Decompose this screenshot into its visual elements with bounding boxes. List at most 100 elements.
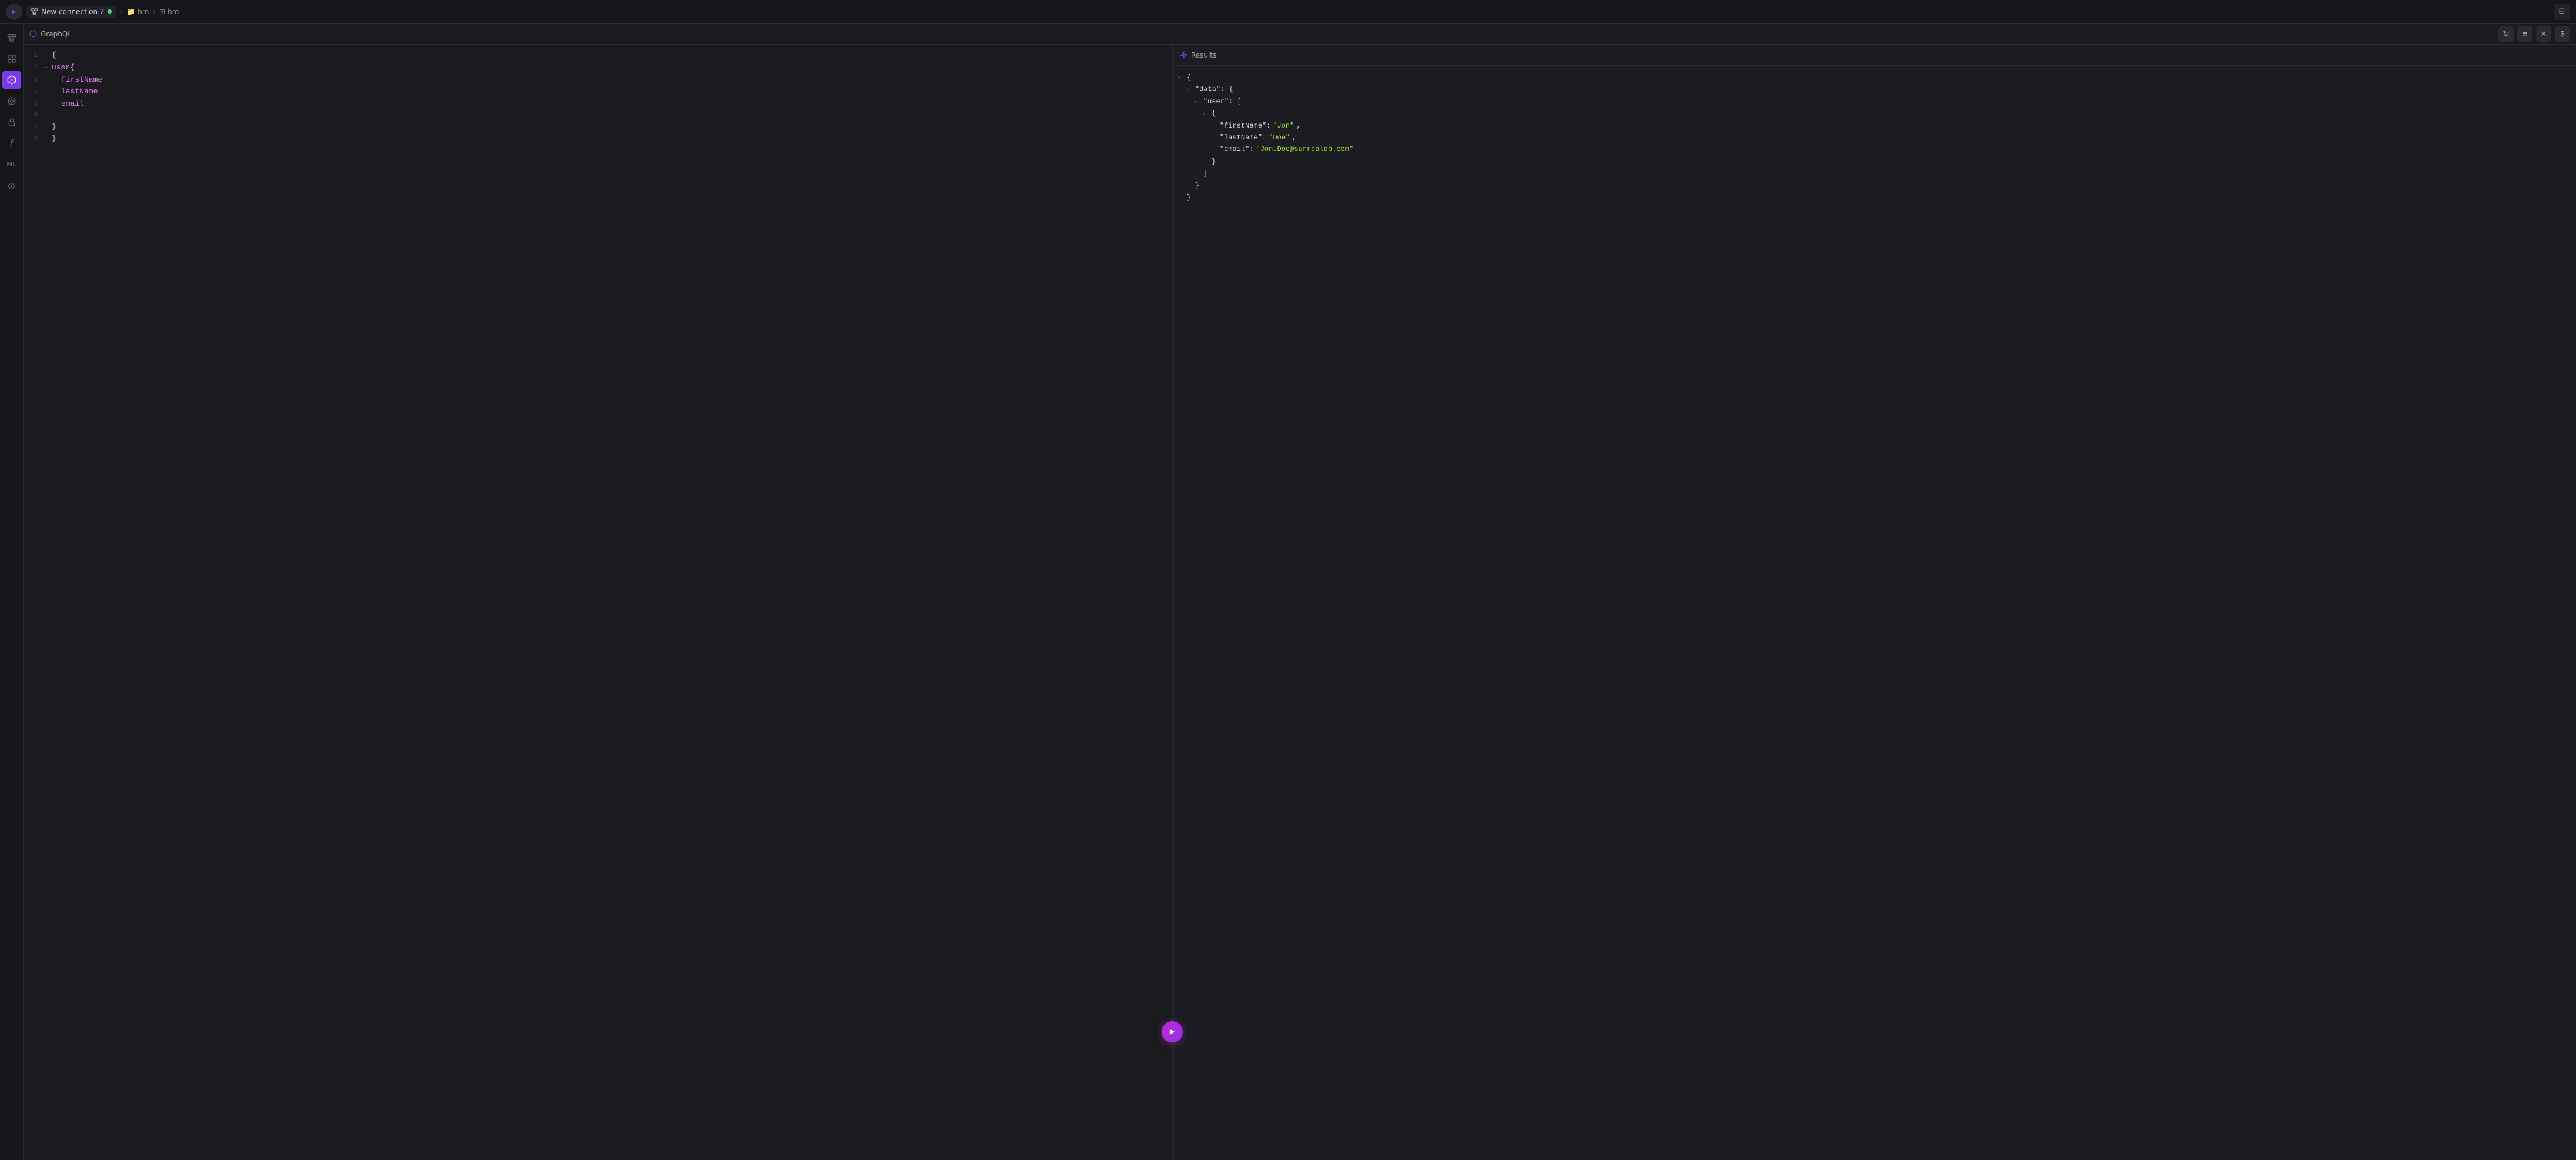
result-user-key: "user": [ — [1203, 96, 1242, 108]
sidebar-item-connections[interactable] — [2, 28, 21, 47]
connection-icon — [31, 8, 38, 15]
line-number-4: 4 — [28, 88, 45, 98]
line-content-8: } — [52, 133, 1167, 145]
sidebar-item-functions[interactable]: ƒ — [2, 134, 21, 153]
run-query-button[interactable] — [1162, 1021, 1183, 1042]
line-number-5: 5 — [28, 100, 45, 110]
query-toolbar: GraphQL ↻ ≡ ✕ $ — [24, 24, 2576, 45]
editor-line-4: 4 lastName — [24, 86, 1172, 98]
results-title: Results — [1191, 51, 1216, 59]
result-data-key: "data": { — [1195, 83, 1233, 95]
editor-content: 1 { 2 ▾ user{ 3 firstName — [24, 45, 1172, 150]
result-email-value: "Jon.Doe@surrealdb.com" — [1256, 143, 1354, 155]
line-number-2: 2 — [28, 63, 45, 74]
result-line-1: ▾ { — [1177, 72, 2571, 83]
designer-icon — [7, 96, 16, 106]
result-firstname-value: "Jon" — [1273, 120, 1294, 132]
result-fold-1[interactable]: ▾ — [1177, 74, 1185, 83]
close-button[interactable]: ✕ — [2536, 26, 2551, 42]
line-content-3: firstName — [52, 74, 1167, 86]
editor-line-7: 7 } — [24, 121, 1172, 133]
result-obj-open: { — [1212, 108, 1216, 119]
result-line-3: ▾ "user": [ — [1177, 96, 2571, 108]
result-fold-2[interactable]: ▾ — [1186, 86, 1193, 95]
lock-icon — [7, 118, 16, 127]
line-number-6: 6 — [28, 110, 45, 121]
result-fold-4[interactable]: ▾ — [1202, 110, 1209, 119]
result-line-7: "email": "Jon.Doe@surrealdb.com" — [1177, 143, 2571, 155]
list-button[interactable]: ≡ — [2517, 26, 2532, 42]
result-brace-open: { — [1187, 72, 1191, 83]
sidebar: ƒ ML — [0, 24, 24, 1160]
result-line-9: ] — [1177, 167, 2571, 179]
result-line-6: "lastName": "Doe" , — [1177, 132, 2571, 143]
breadcrumb-1: hm — [138, 8, 149, 16]
result-lastname-key: "lastName": — [1220, 132, 1266, 143]
line-content-1: { — [52, 49, 1167, 62]
dollar-button[interactable]: $ — [2555, 26, 2570, 42]
sidebar-item-designer[interactable] — [2, 92, 21, 110]
app-logo[interactable] — [6, 4, 22, 20]
result-data-close: } — [1195, 180, 1199, 192]
main-container: ƒ ML GraphQL ↻ ≡ ✕ — [0, 24, 2576, 1160]
line-content-7: } — [52, 121, 1167, 133]
table-icon: ⊞ — [159, 8, 165, 16]
sidebar-item-api[interactable] — [2, 176, 21, 195]
result-line-5: "firstName": "Jon" , — [1177, 120, 2571, 132]
result-obj-close: } — [1212, 156, 1216, 167]
editor-line-2: 2 ▾ user{ — [24, 62, 1172, 74]
line-number-7: 7 — [28, 123, 45, 133]
connection-tab[interactable]: New connection 2 — [26, 6, 116, 18]
topbar-right-actions: ⊟ — [2554, 4, 2570, 20]
breadcrumb-separator-2: › — [152, 7, 156, 16]
results-icon — [1180, 51, 1187, 59]
fold-arrow-2[interactable]: ▾ — [45, 64, 52, 72]
toolbar-label: GraphQL — [29, 30, 72, 38]
breadcrumb-folder[interactable]: 📁 hm — [126, 8, 149, 16]
refresh-button[interactable]: ↻ — [2498, 26, 2514, 42]
ml-icon: ML — [6, 162, 16, 168]
line-content-4: lastName — [52, 86, 1167, 98]
line-number-3: 3 — [28, 76, 45, 86]
editor-line-3: 3 firstName — [24, 74, 1172, 86]
run-icon — [1168, 1028, 1176, 1036]
api-icon — [7, 182, 16, 190]
sidebar-item-explorer[interactable] — [2, 49, 21, 68]
pane-divider[interactable] — [1172, 45, 1175, 1160]
content-area: GraphQL ↻ ≡ ✕ $ 1 { 2 — [24, 24, 2576, 1160]
editor-line-5: 5 email — [24, 98, 1172, 110]
toolbar-title: GraphQL — [41, 30, 72, 38]
graphql-toolbar-icon — [29, 30, 37, 38]
sidebar-item-security[interactable] — [2, 113, 21, 132]
breadcrumb-table[interactable]: ⊞ hm — [159, 8, 179, 16]
connections-icon — [7, 33, 16, 42]
result-fold-3[interactable]: ▾ — [1194, 98, 1201, 107]
editor-line-1: 1 { — [24, 49, 1172, 62]
result-line-10: } — [1177, 180, 2571, 192]
graphql-icon — [7, 75, 16, 85]
breadcrumb-separator-1: › — [120, 7, 123, 16]
result-line-8: } — [1177, 156, 2571, 167]
function-icon: ƒ — [10, 139, 13, 148]
result-array-close: ] — [1203, 167, 1207, 179]
connection-name: New connection 2 — [41, 8, 105, 16]
line-content-5: email — [52, 98, 1167, 110]
result-line-2: ▾ "data": { — [1177, 83, 2571, 95]
folder-icon: 📁 — [126, 8, 135, 16]
results-pane: Results ▾ { ▾ "data": { ▾ — [1172, 45, 2576, 1160]
results-header: Results — [1173, 45, 2576, 66]
result-root-close: } — [1187, 192, 1191, 203]
graphql-editor[interactable]: 1 { 2 ▾ user{ 3 firstName — [24, 45, 1172, 1160]
sidebar-item-ml[interactable]: ML — [2, 155, 21, 174]
results-content[interactable]: ▾ { ▾ "data": { ▾ "user": [ — [1173, 66, 2576, 1160]
result-lastname-value: "Doe" — [1269, 132, 1290, 143]
editor-line-8: 8 } — [24, 133, 1172, 145]
result-firstname-key: "firstName": — [1220, 120, 1270, 132]
result-line-4: ▾ { — [1177, 108, 2571, 119]
layout-toggle-button[interactable]: ⊟ — [2554, 4, 2570, 20]
explorer-icon — [7, 54, 16, 63]
sidebar-item-graphql[interactable] — [2, 71, 21, 89]
line-content-2: user{ — [52, 62, 1167, 74]
connection-status-dot — [108, 9, 112, 14]
result-line-11: } — [1177, 192, 2571, 203]
